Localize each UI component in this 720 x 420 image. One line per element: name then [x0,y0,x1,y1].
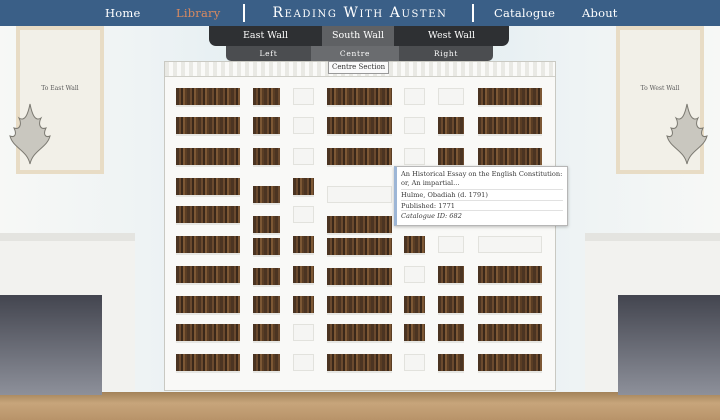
empty-shelf [293,354,314,371]
nav-about-link[interactable]: About [582,0,618,26]
book-shelf[interactable] [327,216,392,233]
book-author: Hulme, Obadiah (d. 1791) [401,189,563,200]
book-shelf[interactable] [253,186,280,203]
book-shelf[interactable] [327,148,392,165]
empty-shelf [404,354,425,371]
acanthus-ornament-icon [9,103,51,165]
fireplace-opening [618,295,720,395]
fireplace-opening [0,295,102,395]
book-shelf[interactable] [327,296,392,313]
book-shelf[interactable] [478,117,542,134]
book-shelf[interactable] [478,148,542,165]
book-shelf[interactable] [478,354,542,371]
tab-section-centre[interactable]: Centre [311,46,399,61]
book-shelf[interactable] [176,324,240,341]
empty-shelf [293,206,314,223]
book-shelf[interactable] [478,88,542,105]
book-title[interactable]: An Historical Essay on the English Const… [401,170,563,187]
book-published: Published: 1771 [401,199,563,211]
empty-shelf [327,186,392,203]
book-shelf[interactable] [293,266,314,283]
acanthus-ornament-icon [666,103,708,165]
book-shelf[interactable] [253,148,280,165]
book-shelf[interactable] [176,88,240,105]
book-shelf[interactable] [253,268,280,285]
empty-shelf [293,117,314,134]
book-shelf[interactable] [404,324,425,341]
book-shelf[interactable] [327,354,392,371]
empty-shelf [404,88,425,105]
book-shelf[interactable] [176,296,240,313]
book-shelf[interactable] [438,354,464,371]
book-shelf[interactable] [176,266,240,283]
book-shelf[interactable] [253,354,280,371]
book-shelf[interactable] [438,117,464,134]
book-shelf[interactable] [293,296,314,313]
tab-west-wall[interactable]: West Wall [394,26,509,46]
book-shelf[interactable] [176,354,240,371]
empty-shelf [293,324,314,341]
book-shelf[interactable] [327,324,392,341]
east-wall-door-label[interactable]: To East Wall [20,85,100,93]
wall-selector: East Wall South Wall West Wall [209,26,509,46]
book-shelf[interactable] [438,148,464,165]
book-info-tooltip: An Historical Essay on the English Const… [394,166,568,226]
book-shelf[interactable] [253,324,280,341]
book-shelf[interactable] [253,238,280,255]
right-fireplace [585,233,720,395]
empty-shelf [404,148,425,165]
book-shelf[interactable] [176,117,240,134]
site-title[interactable]: Reading With Austen [255,0,465,26]
top-navbar: Home Library Reading With Austen Catalog… [0,0,720,26]
empty-shelf [404,266,425,283]
book-shelf[interactable] [404,296,425,313]
book-shelf[interactable] [327,268,392,285]
tab-section-left[interactable]: Left [226,46,311,61]
book-shelf[interactable] [404,236,425,253]
section-tooltip: Centre Section [328,61,390,74]
book-shelf[interactable] [293,178,314,195]
tab-section-right[interactable]: Right [399,46,493,61]
book-shelf[interactable] [176,148,240,165]
left-fireplace [0,233,135,395]
nav-divider [243,4,245,22]
nav-library-link[interactable]: Library [176,0,220,26]
book-shelf[interactable] [438,296,464,313]
empty-shelf [438,236,464,253]
nav-divider [472,4,474,22]
book-shelf[interactable] [176,178,240,195]
book-shelf[interactable] [176,236,240,253]
empty-shelf [293,88,314,105]
empty-shelf [404,117,425,134]
empty-shelf [478,236,542,253]
book-catalogue-id: Catalogue ID: 682 [401,210,563,221]
nav-home-link[interactable]: Home [105,0,140,26]
tab-east-wall[interactable]: East Wall [209,26,322,46]
book-shelf[interactable] [478,296,542,313]
book-shelf[interactable] [438,266,464,283]
book-shelf[interactable] [253,88,280,105]
book-shelf[interactable] [253,117,280,134]
book-shelf[interactable] [293,236,314,253]
book-shelf[interactable] [253,216,280,233]
wooden-floor [0,392,720,420]
west-wall-door-label[interactable]: To West Wall [620,85,700,93]
book-shelf[interactable] [327,117,392,134]
book-shelf[interactable] [478,266,542,283]
empty-shelf [438,88,464,105]
section-selector: Left Centre Right [226,46,493,61]
book-shelf[interactable] [253,296,280,313]
book-shelf[interactable] [327,88,392,105]
book-shelf[interactable] [438,324,464,341]
tab-south-wall[interactable]: South Wall [322,26,394,46]
book-shelf[interactable] [327,238,392,255]
book-shelf[interactable] [478,324,542,341]
book-shelf[interactable] [176,206,240,223]
nav-catalogue-link[interactable]: Catalogue [494,0,555,26]
empty-shelf [293,148,314,165]
